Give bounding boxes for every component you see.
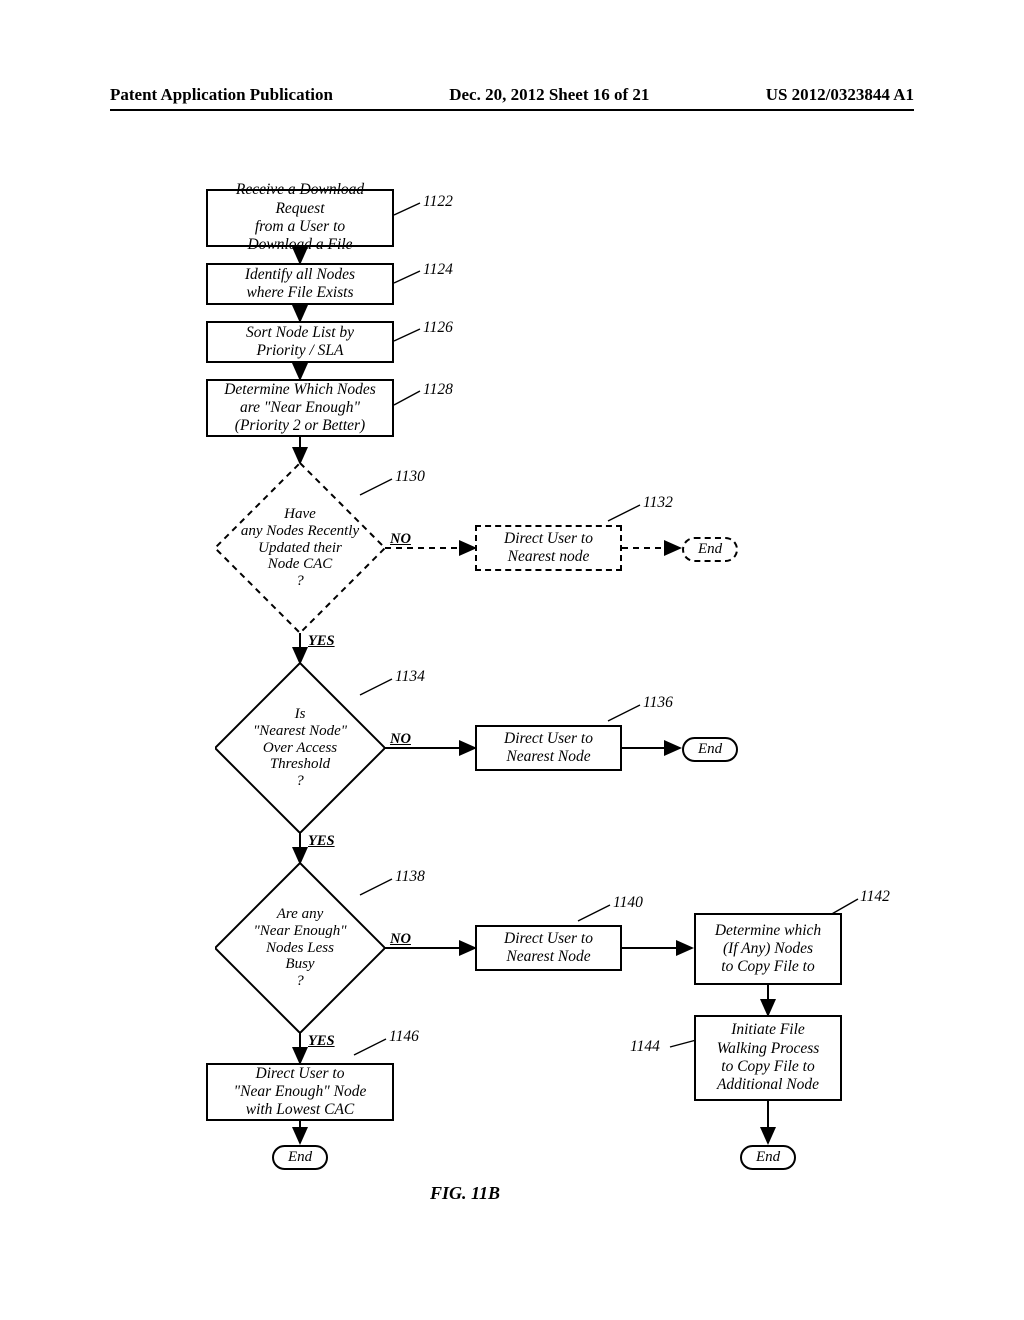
terminator-end-1132: End: [682, 537, 738, 562]
ref-1122: 1122: [423, 193, 453, 211]
step-1124: Identify all Nodeswhere File Exists: [206, 263, 394, 305]
page-header: Patent Application Publication Dec. 20, …: [110, 85, 914, 111]
flowchart: Receive a Download Requestfrom a User to…: [0, 185, 1024, 1235]
ref-1126: 1126: [423, 319, 453, 337]
step-1146: Direct User to"Near Enough" Nodewith Low…: [206, 1063, 394, 1121]
edge-yes-1134: YES: [308, 833, 335, 850]
step-1144: Initiate FileWalking Processto Copy File…: [694, 1015, 842, 1101]
step-1142: Determine which(If Any) Nodesto Copy Fil…: [694, 913, 842, 985]
ref-1130: 1130: [395, 468, 425, 486]
ref-1142: 1142: [860, 888, 890, 906]
step-1140: Direct User toNearest Node: [475, 925, 622, 971]
step-1132: Direct User toNearest node: [475, 525, 622, 571]
ref-1134: 1134: [395, 668, 425, 686]
ref-1146: 1146: [389, 1028, 419, 1046]
edge-yes-1138: YES: [308, 1033, 335, 1050]
terminator-end-1136: End: [682, 737, 738, 762]
header-right: US 2012/0323844 A1: [766, 85, 914, 105]
decision-1138: Are any"Near Enough"Nodes LessBusy?: [215, 863, 385, 1033]
header-left: Patent Application Publication: [110, 85, 333, 105]
connector-lines: [0, 185, 1024, 1235]
ref-1136: 1136: [643, 694, 673, 712]
step-1126: Sort Node List byPriority / SLA: [206, 321, 394, 363]
edge-yes-1130: YES: [308, 633, 335, 650]
edge-no-1130: NO: [390, 531, 411, 548]
decision-1134: Is"Nearest Node"Over AccessThreshold?: [215, 663, 385, 833]
terminator-end-1146: End: [272, 1145, 328, 1170]
ref-1132: 1132: [643, 494, 673, 512]
terminator-end-1144: End: [740, 1145, 796, 1170]
ref-1138: 1138: [395, 868, 425, 886]
edge-no-1138: NO: [390, 931, 411, 948]
edge-no-1134: NO: [390, 731, 411, 748]
step-1122: Receive a Download Requestfrom a User to…: [206, 189, 394, 247]
ref-1140: 1140: [613, 894, 643, 912]
header-center: Dec. 20, 2012 Sheet 16 of 21: [449, 85, 649, 105]
step-1128: Determine Which Nodesare "Near Enough"(P…: [206, 379, 394, 437]
figure-caption: FIG. 11B: [430, 1183, 500, 1204]
step-1136: Direct User toNearest Node: [475, 725, 622, 771]
decision-1130: Haveany Nodes RecentlyUpdated theirNode …: [215, 463, 385, 633]
ref-1128: 1128: [423, 381, 453, 399]
ref-1124: 1124: [423, 261, 453, 279]
ref-1144: 1144: [630, 1038, 660, 1056]
